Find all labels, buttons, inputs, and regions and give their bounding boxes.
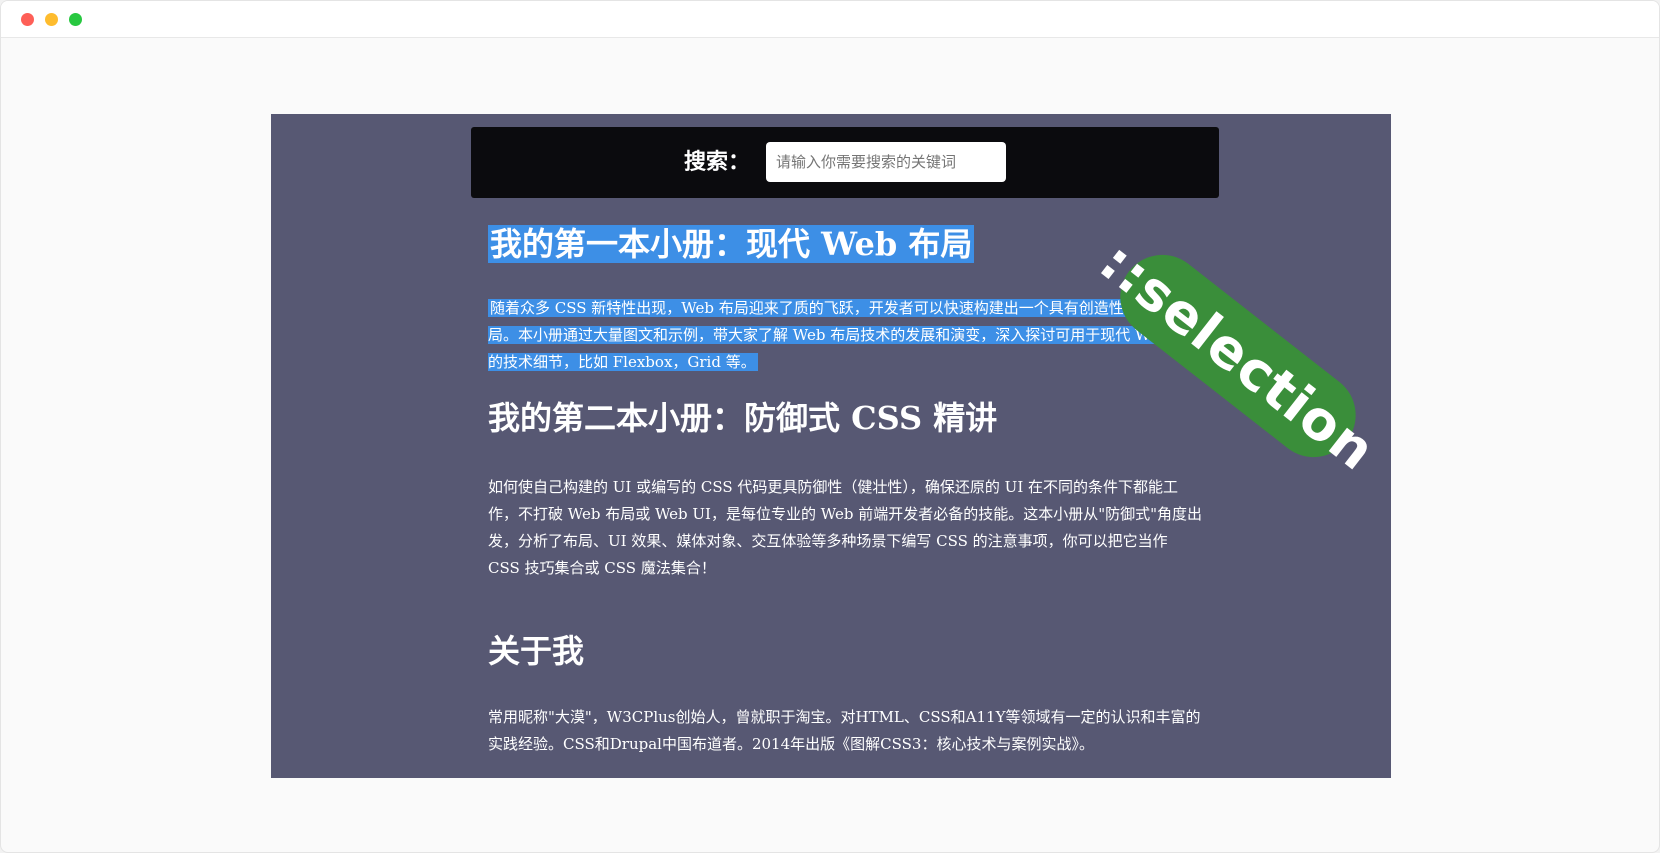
minimize-window-button[interactable] — [45, 13, 58, 26]
close-window-button[interactable] — [21, 13, 34, 26]
browser-window: 搜索： 我的第一本小册：现代 Web 布局 随着众多 CSS 新特性出现，Web… — [0, 0, 1660, 853]
maximize-window-button[interactable] — [69, 13, 82, 26]
selected-text: 随着众多 CSS 新特性出现，Web 布局迎来了质的飞跃，开发者可以快速构建出一… — [488, 299, 1203, 371]
article-title: 我的第二本小册：防御式 CSS 精讲 — [488, 399, 998, 437]
search-input[interactable] — [766, 142, 1006, 182]
article-body: 如何使自己构建的 UI 或编写的 CSS 代码更具防御性（健壮性），确保还原的 … — [488, 478, 1202, 577]
search-label: 搜索： — [684, 149, 751, 175]
demo-page: 搜索： 我的第一本小册：现代 Web 布局 随着众多 CSS 新特性出现，Web… — [271, 114, 1391, 778]
article-body: 随着众多 CSS 新特性出现，Web 布局迎来了质的飞跃，开发者可以快速构建出一… — [488, 295, 1203, 376]
article-body: 常用昵称"大漠"，W3CPlus创始人，曾就职于淘宝。对HTML、CSS和A11… — [488, 708, 1201, 753]
search-bar: 搜索： — [471, 127, 1219, 198]
title-bar — [1, 1, 1659, 38]
article-title: 关于我 — [488, 632, 585, 670]
selected-text: 我的第一本小册：现代 Web 布局 — [488, 225, 975, 263]
article-title: 我的第一本小册：现代 Web 布局 — [488, 220, 975, 268]
